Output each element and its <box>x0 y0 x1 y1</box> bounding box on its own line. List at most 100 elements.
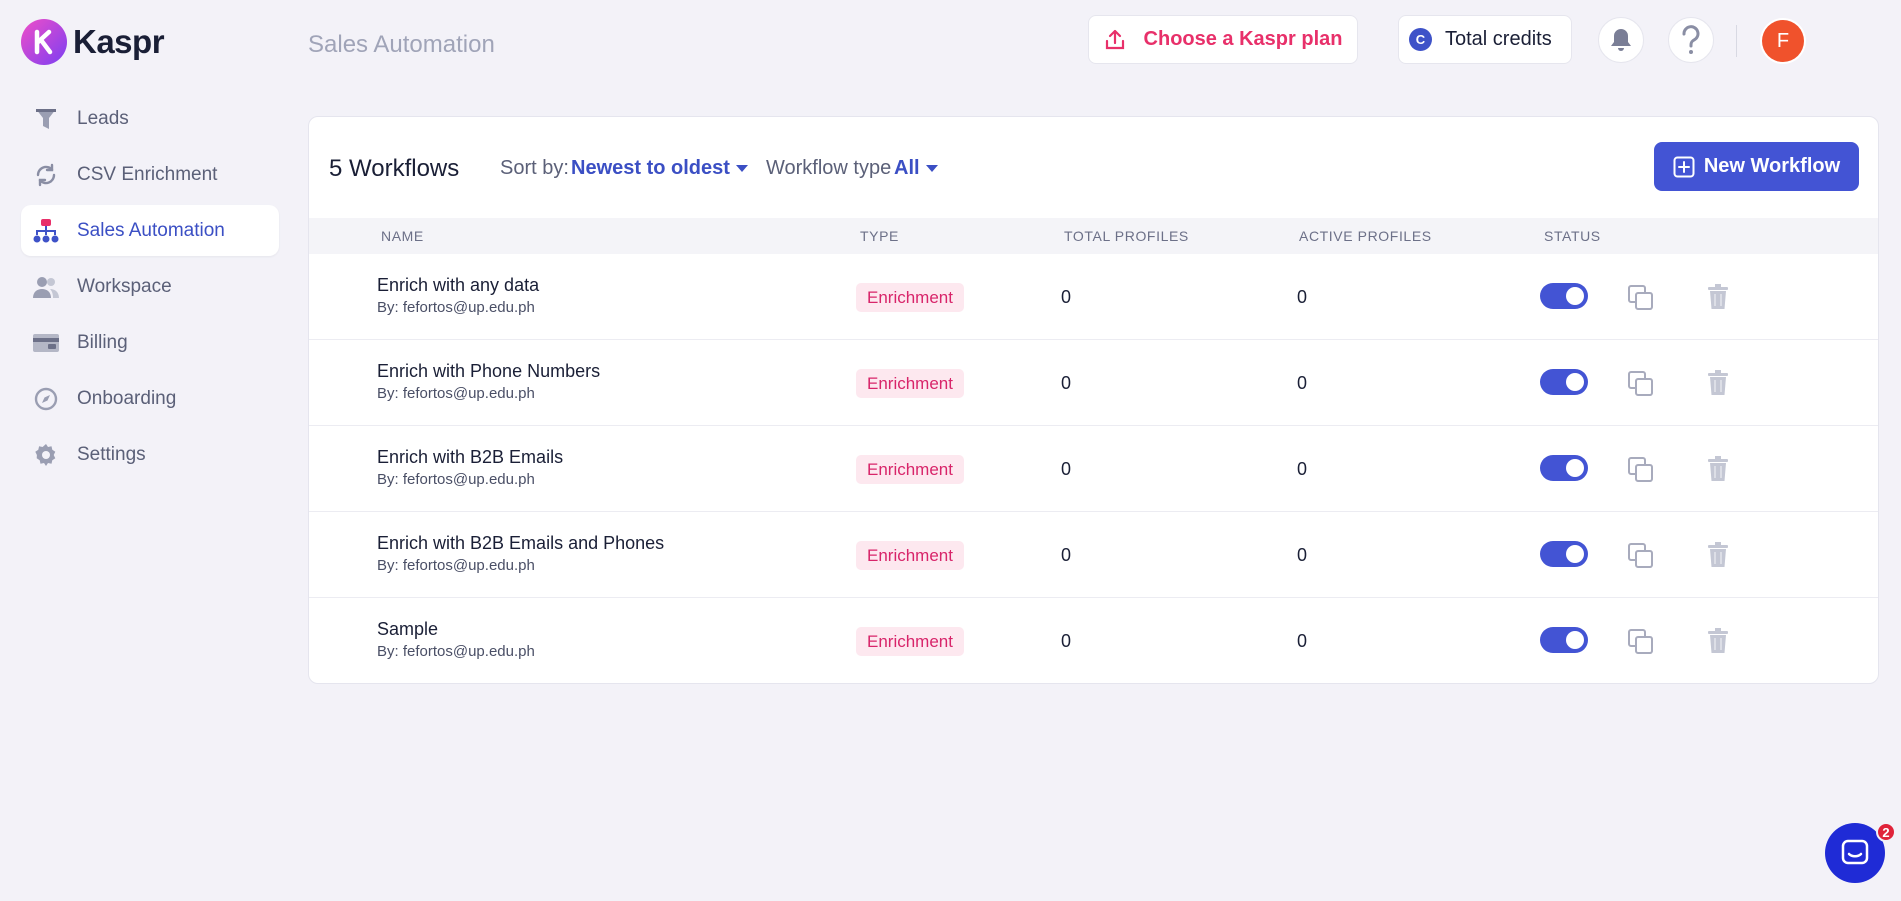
choose-plan-label: Choose a Kaspr plan <box>1143 28 1343 50</box>
chat-unread-badge: 2 <box>1876 822 1896 842</box>
trash-icon[interactable] <box>1707 628 1729 654</box>
workflow-type-value: All <box>894 157 920 179</box>
chevron-down-icon <box>925 165 938 172</box>
column-header-status: STATUS <box>1544 228 1601 244</box>
column-header-total-profiles: TOTAL PROFILES <box>1064 228 1189 244</box>
sidebar-item-sales-automation[interactable]: Sales Automation <box>21 205 279 256</box>
active-profiles: 0 <box>1297 373 1308 393</box>
status-toggle[interactable] <box>1540 541 1588 567</box>
total-profiles: 0 <box>1061 287 1072 307</box>
workflow-name[interactable]: Enrich with B2B Emails <box>377 447 563 468</box>
chevron-down-icon <box>735 165 748 172</box>
status-toggle[interactable] <box>1540 369 1588 395</box>
credit-card-icon <box>33 330 59 356</box>
sidebar-item-label: Settings <box>77 443 146 465</box>
refresh-icon <box>33 162 59 188</box>
table-header: NAME TYPE TOTAL PROFILES ACTIVE PROFILES… <box>309 218 1878 254</box>
total-profiles: 0 <box>1061 545 1072 565</box>
type-badge: Enrichment <box>856 627 964 656</box>
sidebar-item-onboarding[interactable]: Onboarding <box>21 373 279 424</box>
table-row[interactable]: Enrich with any data By: fefortos@up.edu… <box>309 254 1878 340</box>
org-chart-icon <box>33 218 59 244</box>
new-workflow-label: New Workflow <box>1703 155 1841 177</box>
column-header-name: NAME <box>381 228 424 244</box>
trash-icon[interactable] <box>1707 370 1729 396</box>
duplicate-icon[interactable] <box>1627 456 1655 484</box>
header-divider <box>1736 25 1737 57</box>
trash-icon[interactable] <box>1707 542 1729 568</box>
workflow-name[interactable]: Enrich with any data <box>377 275 539 296</box>
sidebar-nav: Leads CSV Enrichment Sales Automation Wo… <box>21 93 279 485</box>
funnel-icon <box>33 106 59 132</box>
workflow-name[interactable]: Enrich with B2B Emails and Phones <box>377 533 664 554</box>
page-title: Sales Automation <box>308 31 495 58</box>
kaspr-logo[interactable]: Kaspr <box>21 19 165 65</box>
trash-icon[interactable] <box>1707 456 1729 482</box>
bell-icon <box>1609 27 1633 53</box>
duplicate-icon[interactable] <box>1627 284 1655 312</box>
workflows-toolbar: 5 Workflows Sort by: Newest to oldest Wo… <box>309 117 1878 218</box>
users-icon <box>33 274 59 300</box>
credits-icon: C <box>1409 28 1432 51</box>
workflows-card: 5 Workflows Sort by: Newest to oldest Wo… <box>308 116 1879 684</box>
table-row[interactable]: Sample By: fefortos@up.edu.ph Enrichment… <box>309 598 1878 683</box>
workflow-owner: By: fefortos@up.edu.ph <box>377 385 535 402</box>
total-credits-button[interactable]: C Total credits <box>1398 15 1572 64</box>
type-badge: Enrichment <box>856 369 964 398</box>
sidebar-item-label: CSV Enrichment <box>77 163 218 185</box>
question-mark-icon <box>1681 25 1701 55</box>
sort-label: Sort by: <box>500 157 569 179</box>
help-button[interactable] <box>1668 17 1714 63</box>
workflow-owner: By: fefortos@up.edu.ph <box>377 643 535 660</box>
sidebar-item-csv-enrichment[interactable]: CSV Enrichment <box>21 149 279 200</box>
workflow-count: 5 Workflows <box>329 155 460 182</box>
duplicate-icon[interactable] <box>1627 542 1655 570</box>
new-workflow-button[interactable]: New Workflow <box>1654 142 1859 191</box>
column-header-active-profiles: ACTIVE PROFILES <box>1299 228 1432 244</box>
brand-name: Kaspr <box>73 23 165 60</box>
sidebar-item-label: Onboarding <box>77 387 177 409</box>
duplicate-icon[interactable] <box>1627 370 1655 398</box>
active-profiles: 0 <box>1297 631 1308 651</box>
plus-square-icon <box>1673 156 1695 178</box>
workflow-owner: By: fefortos@up.edu.ph <box>377 557 535 574</box>
trash-icon[interactable] <box>1707 284 1729 310</box>
compass-icon <box>33 386 59 412</box>
sidebar-item-label: Sales Automation <box>77 219 225 241</box>
sidebar: Kaspr Leads CSV Enrichment Sales Automat… <box>0 0 290 901</box>
sidebar-item-workspace[interactable]: Workspace <box>21 261 279 312</box>
active-profiles: 0 <box>1297 459 1308 479</box>
active-profiles: 0 <box>1297 545 1308 565</box>
workflow-name[interactable]: Enrich with Phone Numbers <box>377 361 600 382</box>
sidebar-item-label: Leads <box>77 107 129 129</box>
avatar[interactable]: F <box>1762 20 1804 62</box>
notifications-button[interactable] <box>1598 17 1644 63</box>
table-row[interactable]: Enrich with B2B Emails and Phones By: fe… <box>309 512 1878 598</box>
status-toggle[interactable] <box>1540 627 1588 653</box>
total-profiles: 0 <box>1061 459 1072 479</box>
sidebar-item-label: Billing <box>77 331 128 353</box>
column-header-type: TYPE <box>860 228 899 244</box>
sort-dropdown[interactable]: Newest to oldest <box>571 157 748 180</box>
sidebar-item-billing[interactable]: Billing <box>21 317 279 368</box>
workflows-table-body: Enrich with any data By: fefortos@up.edu… <box>309 254 1878 683</box>
chat-icon <box>1841 839 1869 867</box>
choose-plan-button[interactable]: Choose a Kaspr plan <box>1088 15 1358 64</box>
table-row[interactable]: Enrich with B2B Emails By: fefortos@up.e… <box>309 426 1878 512</box>
workflow-type-dropdown[interactable]: All <box>894 157 938 180</box>
status-toggle[interactable] <box>1540 283 1588 309</box>
total-credits-label: Total credits <box>1445 28 1552 50</box>
type-badge: Enrichment <box>856 283 964 312</box>
workflow-name[interactable]: Sample <box>377 619 438 640</box>
active-profiles: 0 <box>1297 287 1308 307</box>
type-badge: Enrichment <box>856 541 964 570</box>
status-toggle[interactable] <box>1540 455 1588 481</box>
sidebar-item-settings[interactable]: Settings <box>21 429 279 480</box>
duplicate-icon[interactable] <box>1627 628 1655 656</box>
upload-icon <box>1104 29 1126 51</box>
workflow-type-label: Workflow type <box>766 157 892 179</box>
sidebar-item-leads[interactable]: Leads <box>21 93 279 144</box>
table-row[interactable]: Enrich with Phone Numbers By: fefortos@u… <box>309 340 1878 426</box>
sidebar-item-label: Workspace <box>77 275 172 297</box>
sort-value: Newest to oldest <box>571 157 730 179</box>
